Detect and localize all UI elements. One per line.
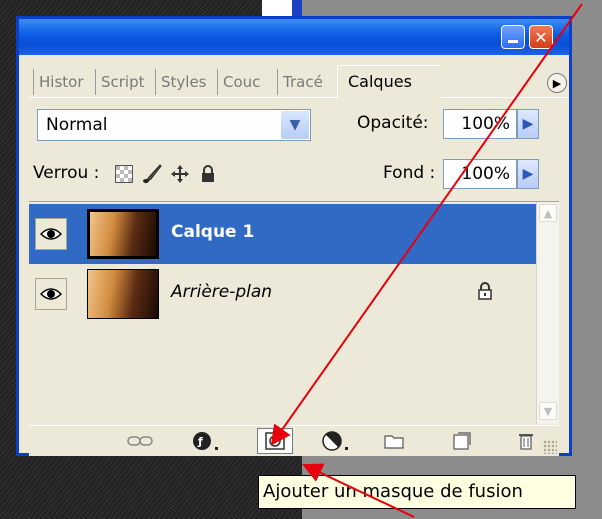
svg-text:ƒ: ƒ (197, 435, 203, 448)
folder-icon (384, 435, 404, 449)
blend-mode-select[interactable]: Normal ▼ (37, 109, 311, 141)
arrow-right-icon: ▶ (522, 166, 534, 182)
adjustment-icon (322, 431, 348, 451)
layer-lock-indicator (477, 282, 493, 304)
link-icon (127, 436, 153, 446)
tab-couches[interactable]: Couc (217, 69, 281, 95)
lock-icon (478, 282, 492, 300)
lock-pixels-button[interactable] (141, 163, 163, 185)
blend-opacity-row: Normal ▼ Opacité: 100% ▶ (19, 103, 569, 145)
layer-thumbnail[interactable] (87, 269, 159, 319)
lock-fill-row: Verrou : Fond: 100% ▶ (19, 153, 569, 195)
layer-row-calque-1[interactable]: Calque 1 (29, 204, 537, 264)
delete-layer-button[interactable] (513, 430, 539, 452)
close-button[interactable]: ✕ (529, 25, 553, 49)
tab-scripts[interactable]: Script (95, 69, 159, 95)
lock-all-button[interactable] (197, 163, 219, 185)
fill-input[interactable]: 100% (443, 159, 517, 189)
title-bar[interactable]: ✕ (19, 19, 569, 55)
arrow-right-icon: ▶ (522, 116, 534, 132)
new-layer-icon (453, 432, 471, 450)
lock-position-button[interactable] (169, 163, 191, 185)
layer-name[interactable]: Arrière-plan (171, 282, 272, 302)
padlock-icon (202, 165, 214, 182)
add-layer-style-button[interactable]: ƒ (189, 430, 225, 452)
fx-icon: ƒ (193, 432, 218, 450)
fill-slider-button[interactable]: ▶ (517, 159, 539, 189)
layers-bottom-toolbar: ƒ (29, 425, 559, 456)
eye-icon (40, 228, 62, 240)
visibility-toggle[interactable] (35, 218, 67, 250)
eye-icon (40, 288, 62, 300)
brush-icon (143, 164, 162, 184)
mask-icon (265, 432, 285, 450)
chevron-down-icon[interactable]: ▼ (281, 111, 309, 139)
opacity-slider-button[interactable]: ▶ (517, 109, 539, 139)
lock-transparency-button[interactable] (113, 163, 135, 185)
add-layer-mask-button[interactable] (257, 428, 293, 454)
tab-styles[interactable]: Styles (155, 69, 221, 95)
link-layers-button[interactable] (125, 430, 155, 452)
panel-tabs: Histor Script Styles Couc Tracé Calques … (29, 65, 569, 98)
tab-traces[interactable]: Tracé (277, 69, 339, 95)
transparency-grid-icon (115, 165, 133, 183)
panel-menu-button[interactable]: ▶ (547, 73, 567, 93)
tab-calques[interactable]: Calques (337, 65, 440, 98)
blend-mode-value: Normal (46, 115, 108, 135)
tooltip: Ajouter un masque de fusion (258, 475, 576, 509)
move-icon (171, 165, 189, 183)
lock-label: Verrou : (33, 163, 100, 183)
opacity-label: Opacité: (357, 113, 429, 133)
tab-historique[interactable]: Histor (33, 69, 99, 95)
scroll-down-icon[interactable]: ▼ (539, 402, 557, 420)
layer-name[interactable]: Calque 1 (171, 222, 254, 242)
layer-row-arriere-plan[interactable]: Arrière-plan (29, 264, 537, 324)
visibility-toggle[interactable] (35, 278, 67, 310)
opacity-input[interactable]: 100% (443, 109, 517, 139)
trash-icon (519, 434, 533, 450)
new-layer-button[interactable] (449, 430, 475, 452)
new-group-button[interactable] (381, 430, 407, 452)
new-adjustment-layer-button[interactable] (319, 430, 355, 452)
scroll-up-icon[interactable]: ▲ (539, 204, 557, 222)
fill-label: Fond : (383, 163, 436, 183)
minimize-button[interactable] (501, 25, 525, 49)
play-arrow-icon: ▶ (552, 76, 562, 90)
minimize-icon (508, 39, 518, 43)
layers-scrollbar[interactable]: ▲ ▼ (536, 202, 559, 424)
layer-thumbnail[interactable] (87, 209, 159, 259)
resize-grip-icon[interactable] (543, 440, 557, 454)
close-icon: ✕ (534, 27, 548, 47)
layers-panel-window: ✕ Histor Script Styles Couc Tracé Calque… (16, 16, 572, 456)
layers-list: Calque 1 Arrière-plan ▲ ▼ (29, 201, 559, 424)
